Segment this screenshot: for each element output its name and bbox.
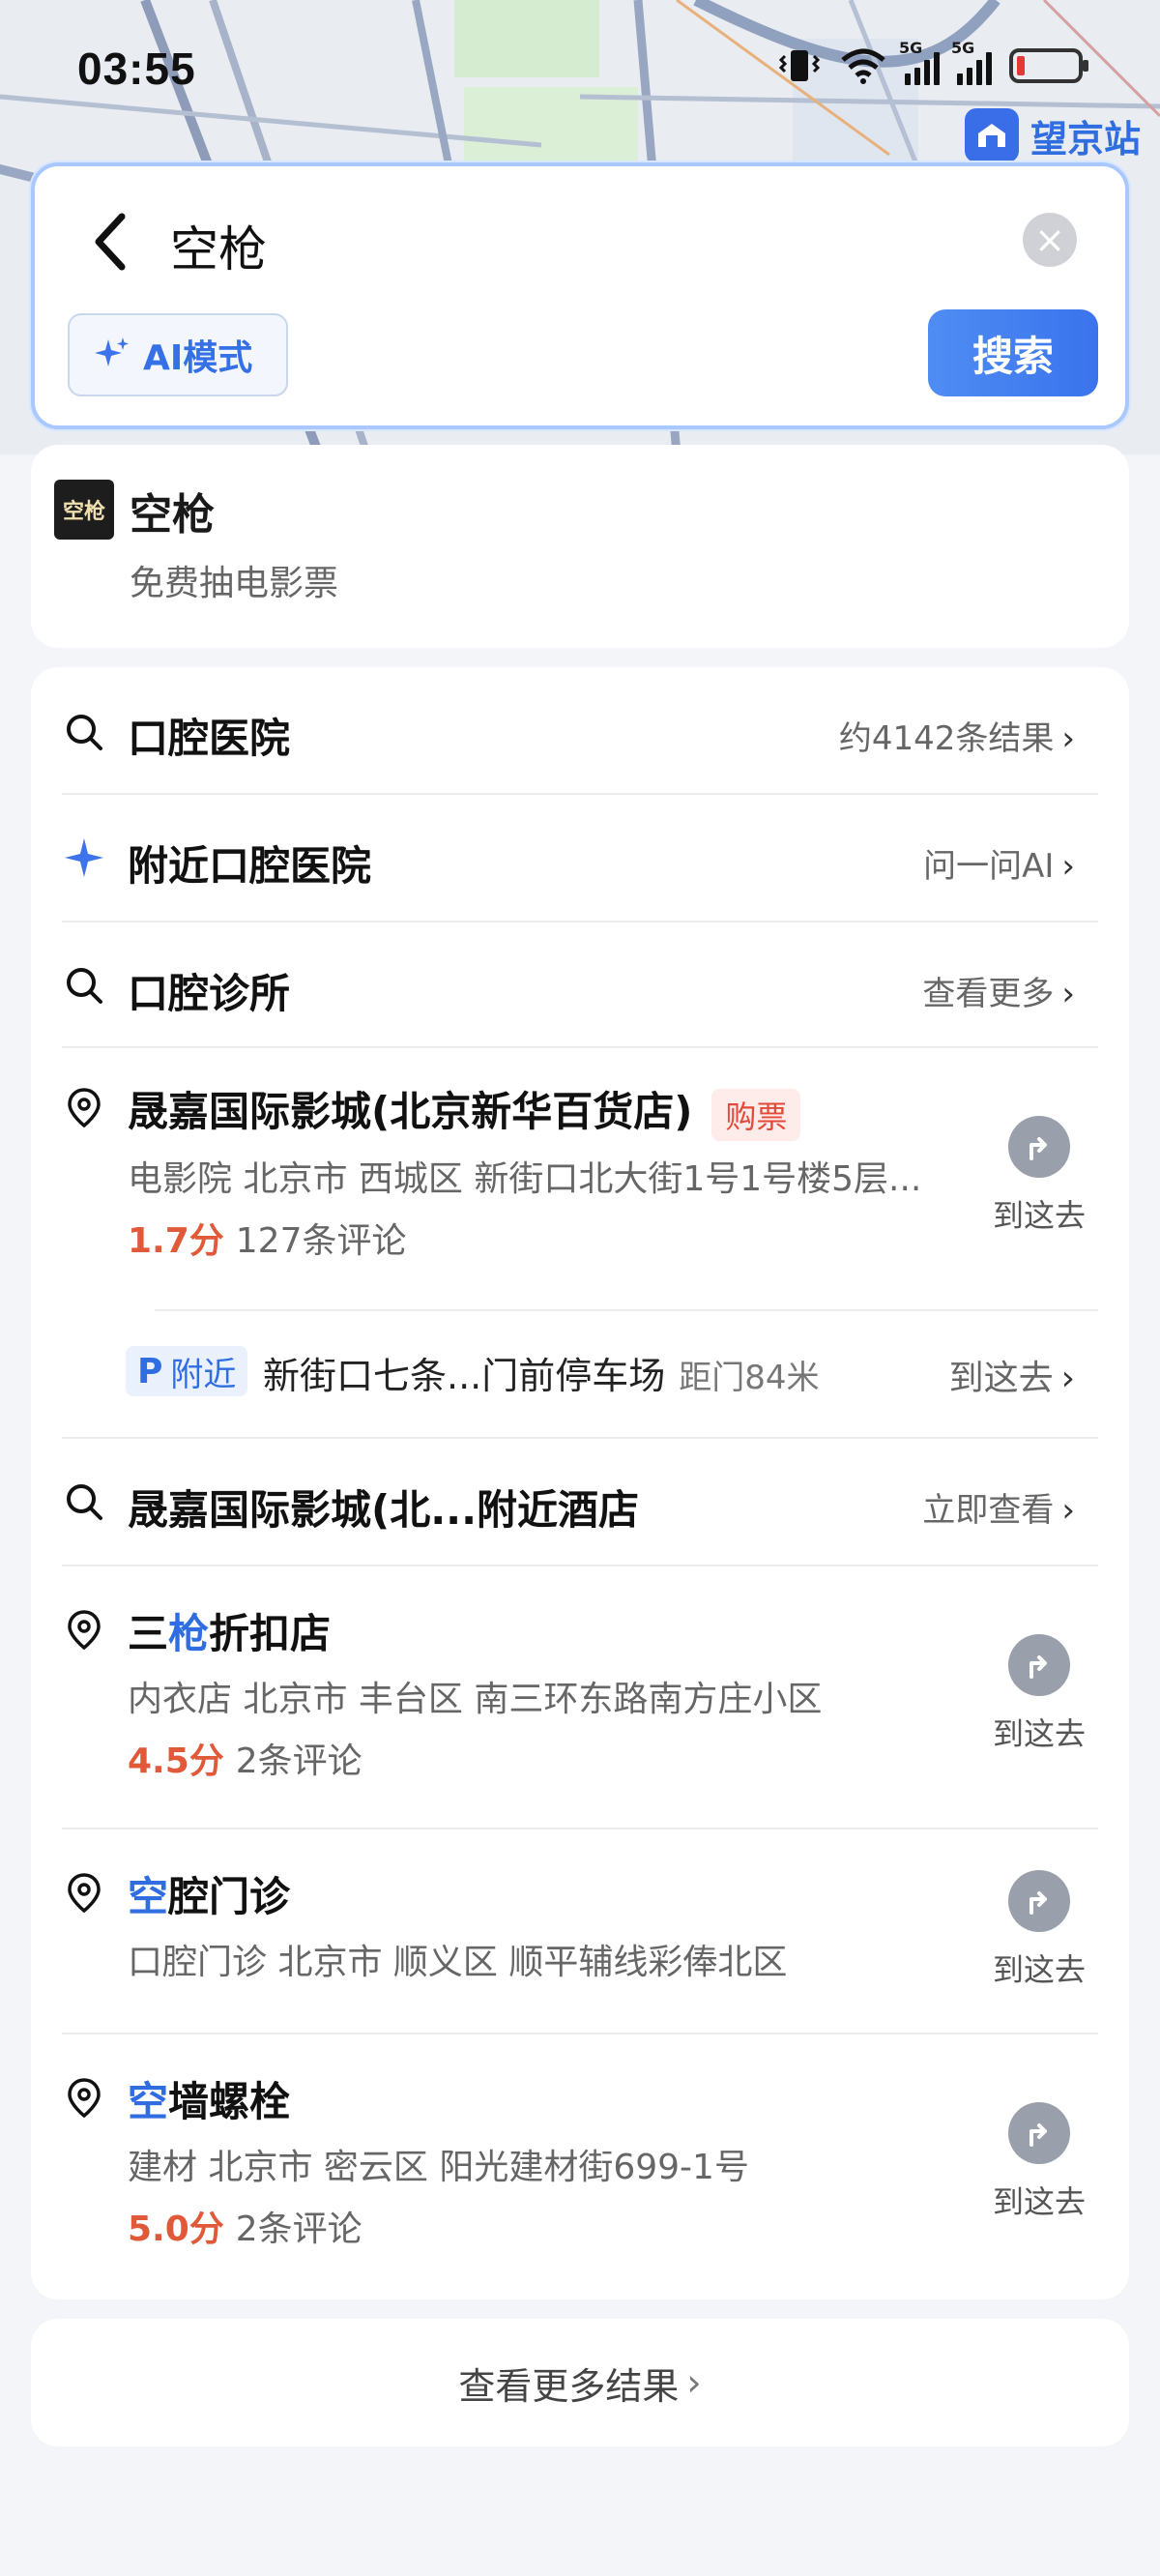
navigate-button[interactable]: 到这去 — [986, 1870, 1092, 1990]
poi-meta: 电影院 北京市 西城区 新街口北大街1号1号楼5层... — [128, 1159, 922, 1199]
route-arrow-icon — [1008, 2102, 1070, 2164]
search-icon — [67, 968, 102, 1004]
clock: 03:55 — [77, 44, 196, 94]
poi-title: 空腔门诊 — [128, 1873, 291, 1920]
parking-badge: P 附近 — [126, 1346, 248, 1396]
chevron-right-icon: › — [686, 2361, 702, 2404]
ai-sparkle-icon — [95, 337, 129, 366]
poi-meta: 内衣店 北京市 丰台区 南三环东路南方庄小区 — [128, 1680, 823, 1719]
vibrate-icon — [778, 50, 821, 81]
chevron-right-icon: › — [1061, 719, 1075, 758]
list-item-nearby-parking[interactable]: P 附近 新街口七条...门前停车场 距门84米 到这去 › — [31, 1311, 1129, 1435]
list-item-poi[interactable]: 晟嘉国际影城(北京新华百货店) 购票 电影院 北京市 西城区 新街口北大街1号1号… — [31, 1048, 1129, 1290]
metro-station-icon — [964, 108, 1019, 162]
location-pin-icon — [68, 1873, 101, 1913]
suggestion-title: 空枪 — [130, 490, 215, 540]
poi-title: 晟嘉国际影城(北京新华百货店) 购票 — [128, 1079, 801, 1141]
chevron-right-icon: › — [1061, 847, 1075, 886]
status-icons: 5G 5G — [777, 39, 1088, 85]
location-pin-icon — [68, 2078, 101, 2118]
chevron-right-icon: › — [1060, 1359, 1075, 1398]
view-now-link[interactable]: 立即查看 › — [922, 1483, 1075, 1531]
poi-rating: 4.5分 2条评论 — [128, 1742, 362, 1781]
poi-meta: 建材 北京市 密云区 阳光建材街699-1号 — [128, 2148, 749, 2187]
more-results-label: 查看更多结果 — [458, 2364, 680, 2408]
metro-station-marker[interactable]: 望京站 — [964, 108, 1141, 162]
ai-sparkle-icon — [65, 838, 103, 877]
search-input[interactable]: 空枪 — [170, 211, 267, 280]
poi-title: 三枪折扣店 — [128, 1610, 332, 1657]
search-icon — [67, 1484, 102, 1520]
battery-icon — [1009, 48, 1088, 83]
ask-ai-link[interactable]: 问一问AI › — [923, 839, 1075, 887]
see-more-link[interactable]: 查看更多 › — [922, 967, 1075, 1014]
navigate-button[interactable]: 到这去 — [986, 1116, 1092, 1236]
top-suggestion-card[interactable]: 空枪 空枪 免费抽电影票 — [31, 445, 1129, 648]
navigate-button[interactable]: 到这去 — [986, 2102, 1092, 2222]
location-pin-icon — [68, 1610, 101, 1650]
poi-rating: 1.7分 127条评论 — [128, 1221, 407, 1261]
list-item-poi[interactable]: 三枪折扣店 内衣店 北京市 丰台区 南三环东路南方庄小区 4.5分 2条评论 到这… — [31, 1566, 1129, 1808]
search-card: 空枪 × AI模式 搜索 — [31, 162, 1129, 429]
route-arrow-icon — [1008, 1870, 1070, 1932]
item-title: 附近口腔医院 — [128, 842, 372, 890]
list-item-poi[interactable]: 空墙螺栓 建材 北京市 密云区 阳光建材街699-1号 5.0分 2条评论 到这去 — [31, 2034, 1129, 2286]
route-arrow-icon — [1008, 1634, 1070, 1696]
chevron-right-icon: › — [1061, 1491, 1075, 1530]
parking-name: 新街口七条...门前停车场 距门84米 — [263, 1355, 820, 1397]
list-item-ai-suggestion[interactable]: 附近口腔医院 问一问AI › — [31, 795, 1129, 921]
search-icon — [67, 715, 102, 750]
buy-ticket-badge: 购票 — [711, 1088, 801, 1141]
navigate-button[interactable]: 到这去 — [986, 1634, 1092, 1754]
list-item-search-suggestion[interactable]: 口腔诊所 查看更多 › — [31, 922, 1129, 1048]
route-arrow-icon — [1008, 1116, 1070, 1178]
clear-icon[interactable]: × — [1023, 213, 1077, 267]
result-count: 约4142条结果 › — [838, 719, 1075, 758]
item-title: 口腔诊所 — [128, 970, 291, 1017]
poi-rating: 5.0分 2条评论 — [128, 2210, 362, 2249]
ai-mode-label: AI模式 — [143, 338, 253, 378]
navigate-link[interactable]: 到这去 › — [949, 1350, 1075, 1400]
suggestion-subtitle: 免费抽电影票 — [130, 564, 339, 603]
suggestion-thumbnail: 空枪 — [54, 480, 114, 540]
list-item-poi[interactable]: 空腔门诊 口腔门诊 北京市 顺义区 顺平辅线彩俸北区 到这去 — [31, 1830, 1129, 2033]
poi-title: 空墙螺栓 — [128, 2078, 291, 2125]
signal-5g-secondary-icon: 5G — [951, 39, 992, 85]
poi-meta: 口腔门诊 北京市 顺义区 顺平辅线彩俸北区 — [128, 1943, 788, 1982]
ai-mode-button[interactable]: AI模式 — [68, 313, 288, 396]
item-title: 口腔医院 — [128, 715, 291, 762]
search-button[interactable]: 搜索 — [928, 309, 1098, 396]
item-title: 晟嘉国际影城(北...附近酒店 — [128, 1486, 640, 1534]
list-item-search-suggestion[interactable]: 晟嘉国际影城(北...附近酒店 立即查看 › — [31, 1439, 1129, 1565]
metro-station-label: 望京站 — [1030, 119, 1141, 161]
location-pin-icon — [68, 1088, 101, 1127]
signal-5g-icon: 5G — [899, 39, 940, 85]
more-results-button[interactable]: 查看更多结果 › — [31, 2319, 1129, 2446]
results-list: 口腔医院 约4142条结果 › 附近口腔医院 问一问AI › 口腔诊所 查看更多 › … — [31, 667, 1129, 2299]
chevron-right-icon: › — [1061, 975, 1075, 1013]
back-arrow-icon[interactable] — [81, 207, 139, 277]
wifi-icon — [841, 48, 885, 84]
list-item-search-suggestion[interactable]: 口腔医院 约4142条结果 › — [31, 667, 1129, 795]
